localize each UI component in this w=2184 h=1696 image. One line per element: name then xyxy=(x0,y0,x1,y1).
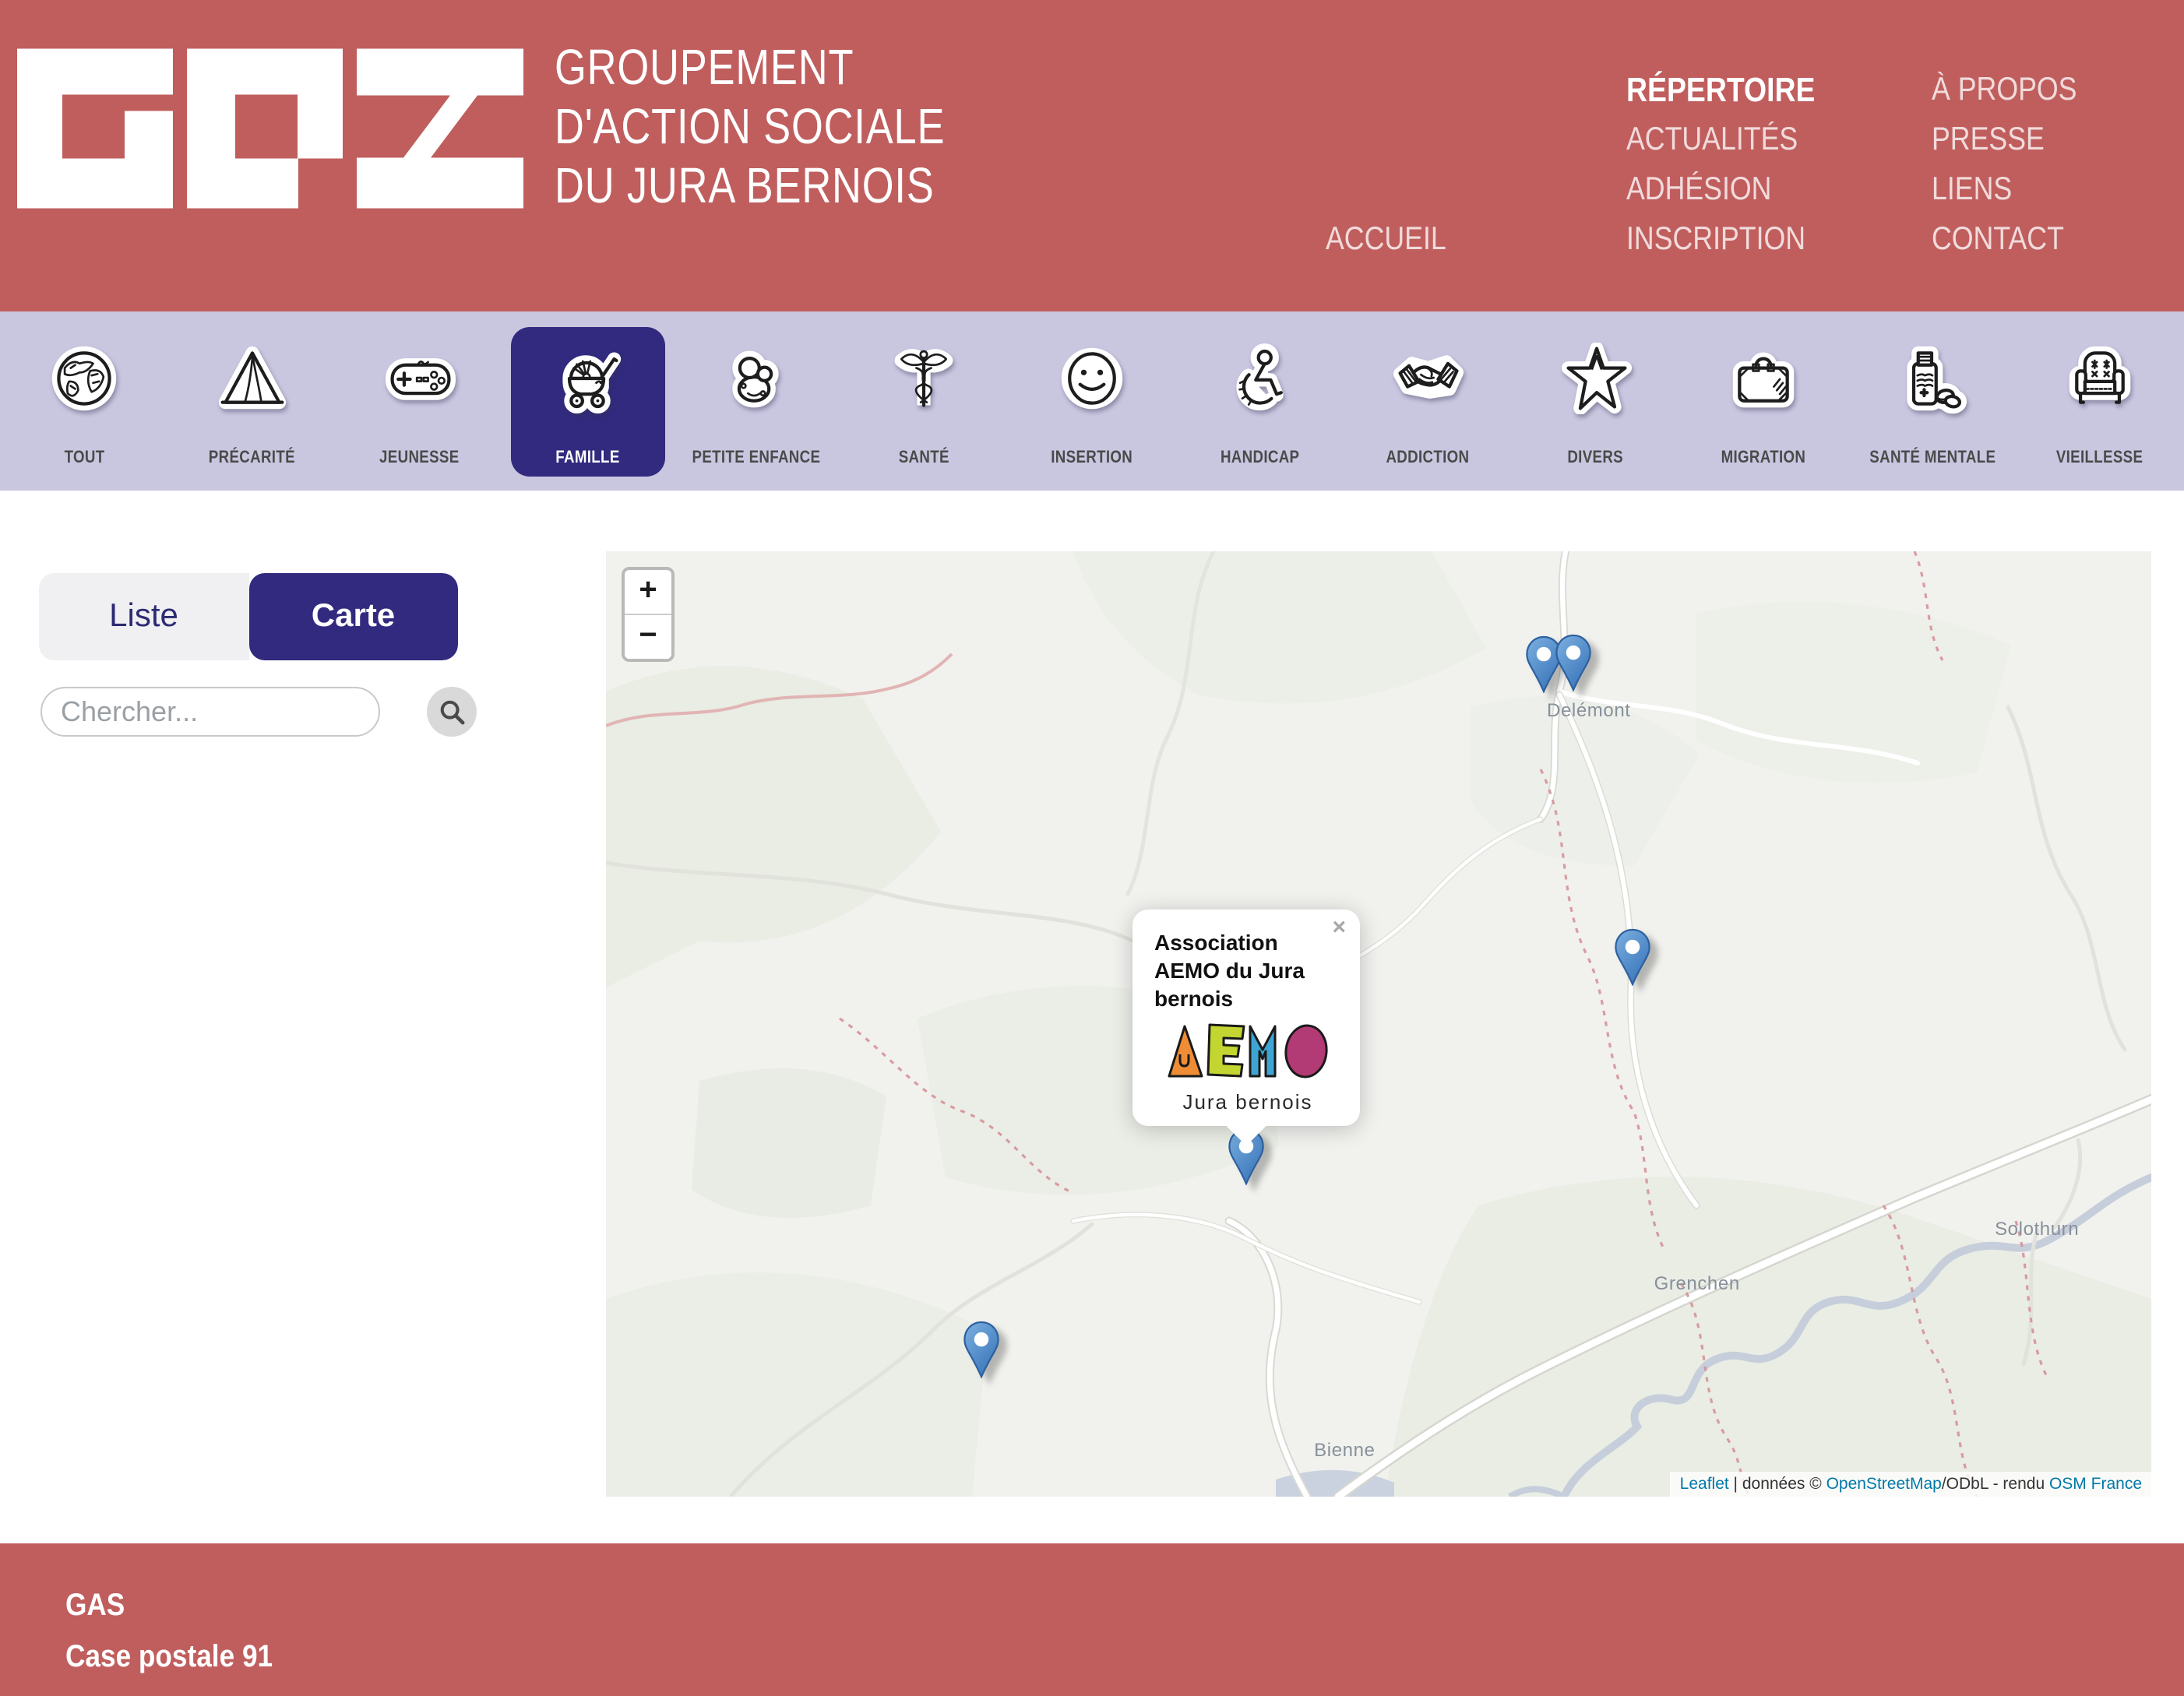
caduceus-icon xyxy=(888,343,960,422)
category-label: SANTÉ xyxy=(899,449,949,467)
smiley-icon xyxy=(1056,343,1128,422)
category-label: TOUT xyxy=(64,449,104,467)
site-footer: GAS Case postale 91 xyxy=(0,1543,2184,1696)
toggle-liste-button[interactable]: Liste xyxy=(39,573,248,660)
openstreetmap-link[interactable]: OpenStreetMap xyxy=(1826,1475,1942,1494)
leaflet-map[interactable]: + − Delémont Grenchen Solothurn Bienne ×… xyxy=(606,551,2151,1497)
city-label-solothurn: Solothurn xyxy=(1995,1217,2079,1239)
pram-icon xyxy=(552,343,624,422)
category-label: FAMILLE xyxy=(556,449,620,467)
search-button[interactable] xyxy=(427,687,477,737)
medicine-icon xyxy=(1896,343,1967,422)
category-label: DIVERS xyxy=(1568,449,1624,467)
nav-accueil[interactable]: ACCUEIL xyxy=(1326,215,1446,265)
city-label-delemont: Delémont xyxy=(1547,699,1631,721)
leaflet-link[interactable]: Leaflet xyxy=(1680,1475,1729,1494)
category-label: JEUNESSE xyxy=(380,449,460,467)
attribution-text: /ODbL - rendu xyxy=(1942,1475,2049,1494)
footer-org: GAS xyxy=(65,1589,125,1624)
category-precarite[interactable]: PRÉCARITÉ xyxy=(168,311,336,491)
wheelchair-icon xyxy=(1224,343,1296,422)
map-tiles[interactable] xyxy=(606,551,2151,1497)
site-title-line: D'ACTION SOCIALE xyxy=(555,97,945,156)
zoom-control: + − xyxy=(622,567,675,662)
category-label: PRÉCARITÉ xyxy=(209,449,295,467)
category-insertion[interactable]: INSERTION xyxy=(1008,311,1176,491)
map-marker[interactable] xyxy=(963,1321,1000,1378)
aemo-logo-subtitle: Jura bernois xyxy=(1154,1089,1341,1113)
zoom-in-button[interactable]: + xyxy=(625,570,671,614)
main-nav-col3: À PROPOS PRESSE LIENS CONTACT xyxy=(1932,65,2102,265)
search-input[interactable] xyxy=(41,687,380,737)
category-label: ADDICTION xyxy=(1386,449,1470,467)
map-attribution: Leaflet | données © OpenStreetMap/ODbL -… xyxy=(1671,1472,2151,1497)
category-bar: TOUT PRÉCARITÉ xyxy=(0,311,2184,491)
nav-a-propos[interactable]: À PROPOS xyxy=(1932,65,2077,115)
view-toggle: Liste Carte xyxy=(39,573,458,660)
site-title: GROUPEMENT D'ACTION SOCIALE DU JURA BERN… xyxy=(555,37,945,215)
category-tout[interactable]: TOUT xyxy=(0,311,168,491)
category-migration[interactable]: MIGRATION xyxy=(1680,311,1848,491)
globe-icon xyxy=(48,343,120,422)
category-famille[interactable]: FAMILLE xyxy=(504,311,672,491)
pacifier-icon xyxy=(720,343,792,422)
suitcase-icon xyxy=(1728,343,1800,422)
map-marker[interactable] xyxy=(1613,928,1650,986)
star-icon xyxy=(1560,343,1632,422)
handshake-icon xyxy=(1392,343,1464,422)
main-nav-col2: RÉPERTOIRE ACTUALITÉS ADHÉSION INSCRIPTI… xyxy=(1626,65,1848,265)
osm-france-link[interactable]: OSM France xyxy=(2049,1475,2142,1494)
category-sante-mentale[interactable]: SANTÉ MENTALE xyxy=(1848,311,2017,491)
map-marker[interactable] xyxy=(1555,634,1592,691)
zoom-out-button[interactable]: − xyxy=(625,614,671,659)
category-handicap[interactable]: HANDICAP xyxy=(1176,311,1344,491)
nav-adhesion[interactable]: ADHÉSION xyxy=(1626,165,1815,215)
nav-actualites[interactable]: ACTUALITÉS xyxy=(1626,115,1815,165)
gas-logo[interactable] xyxy=(17,48,523,216)
category-label: VIEILLESSE xyxy=(2056,449,2143,467)
nav-contact[interactable]: CONTACT xyxy=(1932,215,2077,265)
nav-repertoire[interactable]: RÉPERTOIRE xyxy=(1626,65,1815,115)
attribution-text: | données © xyxy=(1729,1475,1826,1494)
gamepad-icon xyxy=(384,343,456,422)
category-label: HANDICAP xyxy=(1221,449,1299,467)
category-label: MIGRATION xyxy=(1721,449,1806,467)
armchair-icon xyxy=(2064,343,2136,422)
category-sante[interactable]: SANTÉ xyxy=(840,311,1008,491)
city-label-grenchen: Grenchen xyxy=(1654,1272,1740,1294)
site-title-line: DU JURA BERNOIS xyxy=(555,156,945,215)
close-icon[interactable]: × xyxy=(1332,916,1346,939)
nav-liens[interactable]: LIENS xyxy=(1932,165,2077,215)
toggle-carte-button[interactable]: Carte xyxy=(248,573,458,660)
category-divers[interactable]: DIVERS xyxy=(1512,311,1680,491)
site-title-line: GROUPEMENT xyxy=(555,37,945,97)
search-icon xyxy=(435,695,469,729)
map-popup: × Association AEMO du Jura bernois Jura … xyxy=(1133,910,1360,1125)
category-jeunesse[interactable]: JEUNESSE xyxy=(336,311,504,491)
category-label: PETITE ENFANCE xyxy=(692,449,820,467)
category-petite-enfance[interactable]: PETITE ENFANCE xyxy=(672,311,840,491)
site-header: GROUPEMENT D'ACTION SOCIALE DU JURA BERN… xyxy=(0,0,2184,311)
nav-inscription[interactable]: INSCRIPTION xyxy=(1626,215,1815,265)
category-label: SANTÉ MENTALE xyxy=(1869,449,1995,467)
city-label-bienne: Bienne xyxy=(1314,1440,1375,1462)
main-nav-col1: ACCUEIL xyxy=(1326,215,1467,265)
category-vieillesse[interactable]: VIEILLESSE xyxy=(2016,311,2184,491)
category-addiction[interactable]: ADDICTION xyxy=(1344,311,1513,491)
popup-title: Association AEMO du Jura bernois xyxy=(1154,930,1313,1013)
category-label: INSERTION xyxy=(1051,449,1133,467)
nav-presse[interactable]: PRESSE xyxy=(1932,115,2077,165)
footer-address: Case postale 91 xyxy=(65,1640,273,1676)
tent-icon xyxy=(217,343,288,422)
aemo-logo xyxy=(1165,1018,1330,1091)
